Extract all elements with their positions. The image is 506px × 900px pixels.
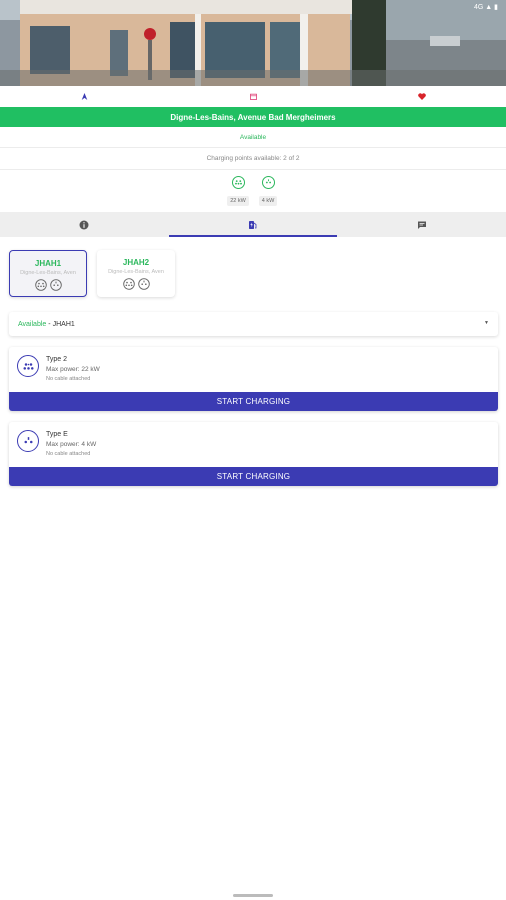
connector-summary: 22 kW 4 kW [0, 172, 506, 210]
chevron-down-icon: ▼ [484, 320, 489, 326]
charge-point-select[interactable]: Available - JHAH1 ▼ [9, 312, 498, 336]
connector-power: Max power: 4 kW [46, 441, 97, 448]
action-row [0, 86, 506, 106]
station-status: Available [0, 128, 506, 148]
select-value: JHAH1 [52, 320, 75, 328]
connector-summary-typee: 4 kW [257, 172, 279, 210]
tab-info[interactable] [0, 212, 169, 237]
tab-comments[interactable] [337, 212, 506, 237]
charge-point-name: JHAH2 [122, 258, 150, 267]
status-icons: 4G ▲ ▮ [473, 4, 498, 11]
connector-type: Type 2 [46, 356, 68, 363]
type2-plug-icon [122, 278, 135, 290]
info-icon [79, 220, 89, 229]
typee-plug-icon [137, 278, 150, 290]
type2-plug-icon [231, 176, 245, 189]
charge-point-address: Digne-Les-Bains, Aven [108, 269, 164, 275]
connector-cable: No cable attached [46, 376, 91, 382]
tab-charging[interactable] [168, 212, 338, 237]
type2-plug-icon [17, 355, 39, 377]
favorite-button[interactable] [337, 86, 506, 106]
connector-type: Type E [46, 431, 68, 438]
connector-power: Max power: 22 kW [46, 366, 100, 373]
navigation-arrow-icon [81, 92, 88, 100]
connector-card-typee: Type E Max power: 4 kW No cable attached… [9, 422, 498, 486]
calendar-icon [249, 93, 257, 100]
chat-icon [417, 221, 426, 229]
charge-point-name: JHAH1 [34, 259, 62, 268]
station-title: Digne-Les-Bains, Avenue Bad Mergheimers [0, 107, 506, 127]
heart-icon [417, 92, 426, 100]
connector-card-type2: Type 2 Max power: 22 kW No cable attache… [9, 347, 498, 411]
connector-power-badge: 22 kW [227, 196, 249, 206]
connector-summary-type2: 22 kW [227, 172, 249, 210]
tab-bar [0, 212, 506, 237]
charge-point-address: Digne-Les-Bains, Aven [20, 270, 76, 276]
navigate-button[interactable] [0, 86, 169, 106]
charging-points-available: Charging points available: 2 of 2 [0, 148, 506, 170]
charge-point-card-jhah2[interactable]: JHAH2 Digne-Les-Bains, Aven [97, 250, 175, 297]
typee-plug-icon [261, 176, 275, 189]
charge-point-connectors [34, 279, 62, 291]
home-indicator[interactable] [233, 894, 273, 897]
start-charging-button[interactable]: START CHARGING [9, 392, 498, 411]
start-charging-button[interactable]: START CHARGING [9, 467, 498, 486]
station-photo: 4G ▲ ▮ [0, 0, 506, 86]
charge-point-card-jhah1[interactable]: JHAH1 Digne-Les-Bains, Aven [9, 250, 87, 297]
select-separator: - [48, 320, 51, 328]
typee-plug-icon [17, 430, 39, 452]
select-status: Available [18, 320, 47, 328]
connector-cable: No cable attached [46, 451, 91, 457]
charge-point-connectors [122, 278, 150, 290]
connector-power-badge: 4 kW [258, 196, 278, 206]
type2-plug-icon [34, 279, 47, 291]
app-root: 4G ▲ ▮ Digne-Les-Bains, Avenue Bad Mergh… [0, 0, 506, 900]
typee-plug-icon [49, 279, 62, 291]
charging-station-icon [249, 220, 257, 229]
calendar-button[interactable] [169, 86, 338, 106]
